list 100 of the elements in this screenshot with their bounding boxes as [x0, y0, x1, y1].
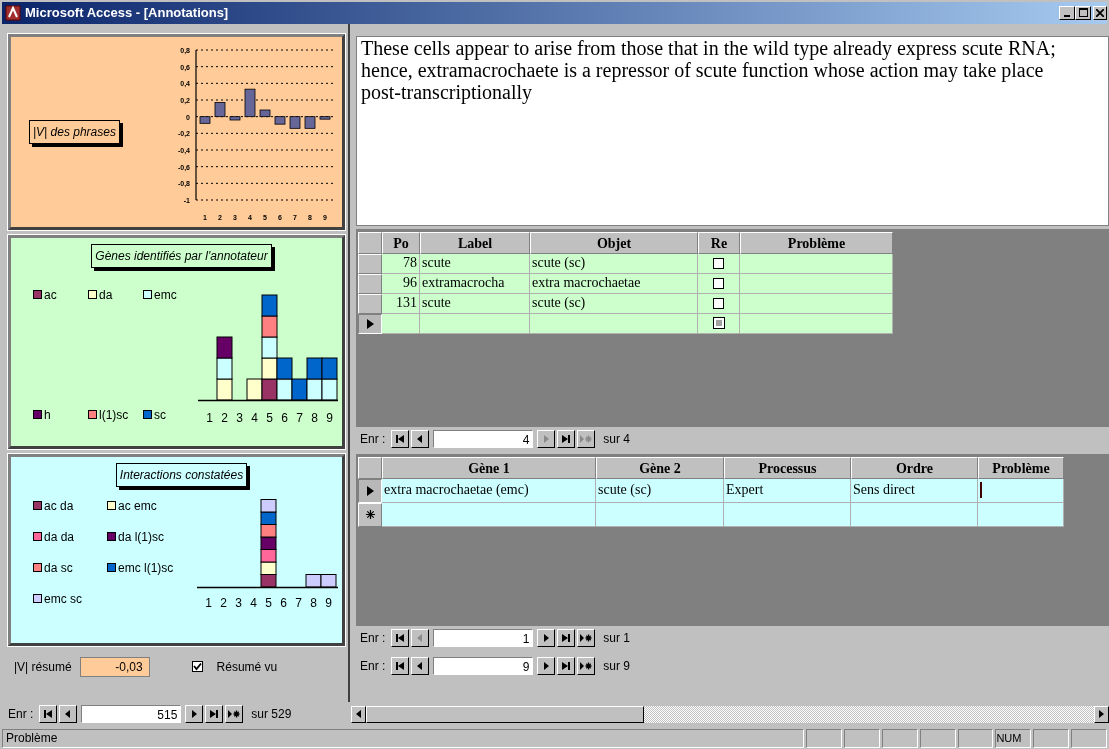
skip-end-icon [560, 432, 573, 445]
record-count: sur 529 [251, 707, 292, 722]
next-record-button[interactable] [185, 705, 204, 724]
previous-record-button[interactable] [411, 429, 430, 448]
axis-label: 3 [235, 595, 242, 610]
skip-start-icon [394, 432, 407, 445]
legend-label: h [44, 407, 51, 422]
column-header[interactable]: Gène 2 [596, 456, 724, 479]
column-header[interactable]: Objet [530, 231, 698, 254]
axis-label: 3 [236, 410, 243, 425]
last-record-button[interactable] [557, 429, 576, 448]
record-number-field[interactable]: 1 [433, 628, 534, 647]
legend-label: ac emc [118, 498, 157, 513]
asterisk-arrow-icon [228, 708, 241, 721]
axis-label: 6 [280, 595, 287, 610]
skip-start-icon [394, 659, 407, 672]
axis-label: 7 [295, 595, 302, 610]
axis-label: 9 [325, 595, 332, 610]
table-cell: extramacrocha [420, 273, 530, 294]
first-record-button[interactable] [391, 656, 410, 675]
horizontal-scrollbar[interactable] [351, 705, 1109, 723]
new-record-button[interactable] [577, 628, 596, 647]
corner-header[interactable] [358, 231, 382, 254]
table-cell[interactable] [978, 478, 1064, 503]
table-cell: scute (sc) [596, 478, 724, 503]
first-record-button[interactable] [391, 429, 410, 448]
scroll-thumb[interactable] [366, 705, 645, 723]
table-cell: scute [420, 293, 530, 314]
axis-label: 5 [266, 410, 273, 425]
skip-end-icon [560, 659, 573, 672]
memo-field[interactable]: These cells appear to arise from those that in the wild type already express scute RNA; hence, extramacrochaete is a repressor of scute function whose action may take place post-transcriptionally [356, 35, 1109, 226]
axis-label: 9 [326, 410, 333, 425]
current-record-icon [366, 318, 374, 329]
column-header[interactable]: Problème [740, 231, 893, 254]
maximize-icon [1078, 7, 1088, 17]
legend-label: da sc [44, 560, 73, 575]
status-text: Problème [2, 729, 804, 748]
new-record-button[interactable] [577, 656, 596, 675]
column-header[interactable]: Problème [978, 456, 1064, 479]
record-count: sur 9 [603, 658, 631, 673]
record-selector[interactable] [358, 478, 382, 503]
summary-field[interactable]: -0,03 [79, 656, 150, 677]
record-label: Enr : [360, 431, 386, 446]
left-arrow-icon [356, 710, 362, 719]
column-header[interactable]: Label [420, 231, 530, 254]
last-record-button[interactable] [557, 628, 576, 647]
axis-label: 5 [265, 595, 272, 610]
legend-label: da [99, 287, 113, 302]
next-record-button[interactable] [537, 656, 556, 675]
previous-record-button[interactable] [411, 656, 430, 675]
column-header[interactable]: Gène 1 [382, 456, 596, 479]
checkbox[interactable] [713, 297, 724, 309]
last-record-button[interactable] [205, 705, 224, 724]
table-cell: scute (sc) [530, 293, 698, 314]
table-cell: scute [420, 253, 530, 274]
status-indicator: NUM [995, 729, 1032, 748]
close-icon [1096, 8, 1104, 17]
record-number-field[interactable]: 515 [81, 705, 182, 724]
axis-label: 4 [250, 595, 257, 610]
table-cell [382, 313, 420, 334]
table-cell: Sens direct [851, 478, 978, 503]
first-record-button[interactable] [39, 705, 58, 724]
minimize-button[interactable] [1059, 5, 1075, 20]
axis-label: 2 [220, 595, 227, 610]
axis-label: 6 [281, 410, 288, 425]
skip-start-icon [42, 708, 55, 721]
legend-label: sc [154, 407, 166, 422]
table-cell: extra macrochaetae [530, 273, 698, 294]
skip-end-icon [208, 708, 221, 721]
axis-label: 7 [296, 410, 303, 425]
legend-label: emc [154, 287, 177, 302]
column-header[interactable]: Re [698, 231, 740, 254]
status-panel [843, 729, 880, 748]
app-icon [5, 4, 21, 21]
next-record-button[interactable] [537, 628, 556, 647]
close-button[interactable] [1093, 5, 1107, 20]
new-record-button[interactable] [225, 705, 244, 724]
check-icon [192, 662, 202, 672]
previous-record-button[interactable] [59, 705, 78, 724]
last-record-button[interactable] [557, 656, 576, 675]
record-number-field[interactable]: 4 [433, 429, 534, 448]
corner-header[interactable] [358, 456, 382, 479]
window-title: Microsoft Access - [Annotations] [25, 5, 230, 21]
asterisk-arrow-icon [580, 432, 593, 445]
record-selector[interactable] [358, 313, 382, 334]
checkbox[interactable] [191, 661, 203, 673]
first-record-button[interactable] [391, 628, 410, 647]
column-header[interactable]: Ordre [851, 456, 978, 479]
column-header[interactable]: Processus [724, 456, 851, 479]
legend-label: da l(1)sc [118, 529, 164, 544]
checkbox[interactable] [713, 277, 724, 289]
record-label: Enr : [360, 658, 386, 673]
asterisk-arrow-icon [580, 631, 593, 644]
maximize-button[interactable] [1075, 5, 1091, 20]
checkbox[interactable] [713, 257, 724, 269]
axis-label: 4 [251, 410, 258, 425]
record-number-field[interactable]: 9 [433, 656, 534, 675]
asterisk-icon [365, 510, 375, 520]
column-header[interactable]: Po [382, 231, 420, 254]
skip-start-icon [394, 631, 407, 644]
